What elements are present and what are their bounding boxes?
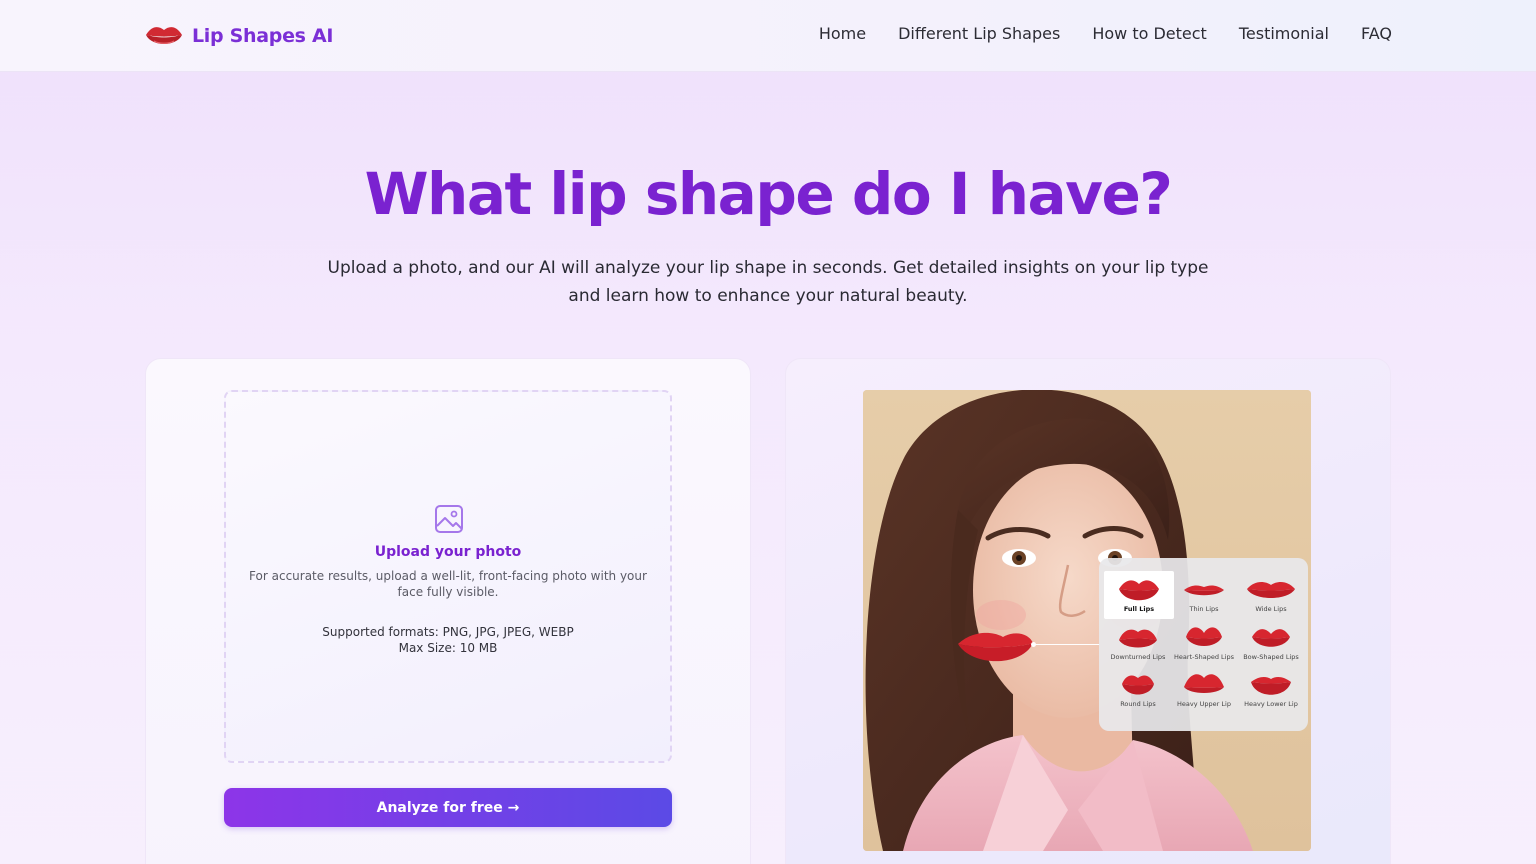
bow-lips-icon xyxy=(1252,629,1290,647)
lip-type-heavy-lower: Heavy Lower Lip xyxy=(1236,666,1306,714)
upload-title: Upload your photo xyxy=(374,544,522,560)
main-nav: Home Different Lip Shapes How to Detect … xyxy=(819,24,1392,43)
lip-pointer-line xyxy=(1034,644,1100,645)
heart-lips-icon xyxy=(1186,627,1222,646)
upload-dropzone[interactable]: Upload your photo For accurate results, … xyxy=(224,390,672,763)
supported-formats: Supported formats: PNG, JPG, JPEG, WEBP xyxy=(322,625,574,639)
wide-lips-icon xyxy=(1247,582,1295,598)
lip-pointer-dot xyxy=(1031,642,1036,647)
nav-home[interactable]: Home xyxy=(819,24,866,43)
brand-logo[interactable]: Lip Shapes AI xyxy=(144,20,333,52)
thin-lips-icon xyxy=(1184,585,1224,596)
lip-shape-panel: Full Lips Thin Lips Wide Lips Downturned… xyxy=(1099,558,1308,731)
lip-type-wide: Wide Lips xyxy=(1236,571,1306,619)
lip-type-heart: Heart-Shaped Lips xyxy=(1169,619,1239,667)
brand-name: Lip Shapes AI xyxy=(192,25,334,47)
hero-subtitle: Upload a photo, and our AI will analyze … xyxy=(327,258,1209,306)
heavy-upper-lip-icon xyxy=(1184,674,1224,693)
max-size: Max Size: 10 MB xyxy=(398,641,498,655)
nav-testimonial[interactable]: Testimonial xyxy=(1239,24,1329,43)
nav-how-to-detect[interactable]: How to Detect xyxy=(1092,24,1207,43)
lip-type-thin: Thin Lips xyxy=(1169,571,1239,619)
upload-description: For accurate results, upload a well-lit,… xyxy=(249,569,647,599)
downturned-lips-icon xyxy=(1119,629,1157,648)
heavy-lower-lip-icon xyxy=(1251,677,1291,695)
nav-faq[interactable]: FAQ xyxy=(1361,24,1392,43)
analyze-button[interactable]: Analyze for free → xyxy=(224,788,672,827)
lip-type-heavy-upper: Heavy Upper Lip xyxy=(1169,666,1239,714)
round-lips-icon xyxy=(1122,675,1154,695)
full-lips-icon xyxy=(1119,580,1159,601)
lip-type-round: Round Lips xyxy=(1103,666,1173,714)
image-icon xyxy=(435,505,463,533)
lips-icon xyxy=(146,27,182,44)
lip-type-downturned: Downturned Lips xyxy=(1103,619,1173,667)
lip-type-bow: Bow-Shaped Lips xyxy=(1236,619,1306,667)
upload-requirements: Supported formats: PNG, JPG, JPEG, WEBP … xyxy=(226,624,670,656)
nav-different-lip-shapes[interactable]: Different Lip Shapes xyxy=(898,24,1060,43)
lip-type-full: Full Lips xyxy=(1104,571,1174,619)
site-header: Lip Shapes AI Home Different Lip Shapes … xyxy=(0,0,1536,72)
hero-title: What lip shape do I have? xyxy=(364,160,1173,228)
